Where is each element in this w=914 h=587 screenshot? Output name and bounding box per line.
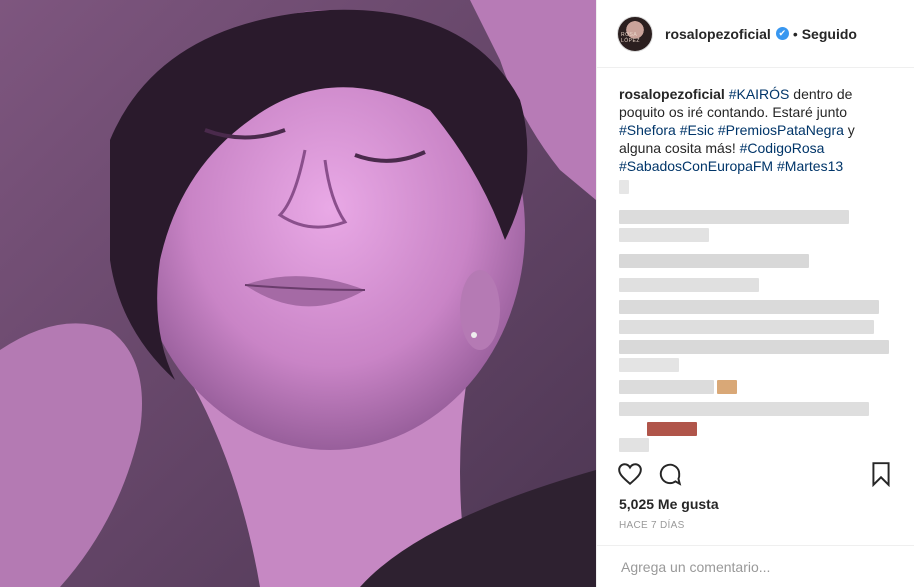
post-side-panel: ROSA LÓPEZ rosalopezoficial ✔ • Seguido … xyxy=(596,0,914,587)
post-actions xyxy=(617,460,894,488)
blur-block xyxy=(619,402,869,416)
blur-block xyxy=(647,422,697,436)
hashtag-link[interactable]: #CodigoRosa xyxy=(740,140,825,156)
heart-icon[interactable] xyxy=(617,461,643,487)
blur-block xyxy=(619,254,809,268)
like-count[interactable]: 5,025 Me gusta xyxy=(619,496,719,512)
blur-block xyxy=(619,438,649,452)
comment-box xyxy=(597,545,914,587)
post-photo[interactable] xyxy=(0,0,596,587)
pixelated-comments xyxy=(619,180,899,452)
blur-block xyxy=(619,228,709,242)
post-caption: rosalopezoficial #KAIRÓS dentro de poqui… xyxy=(597,68,914,175)
blur-block xyxy=(619,320,874,334)
bookmark-icon[interactable] xyxy=(868,461,894,488)
username-link[interactable]: rosalopezoficial xyxy=(665,26,771,42)
blur-block xyxy=(619,340,889,354)
hashtag-link[interactable]: #KAIRÓS xyxy=(729,86,790,102)
hashtag-link[interactable]: #Esic xyxy=(680,122,714,138)
comment-icon[interactable] xyxy=(657,461,683,487)
blur-block xyxy=(619,210,849,224)
blur-block xyxy=(619,358,679,372)
blur-block xyxy=(619,300,879,314)
follow-status-button[interactable]: Seguido xyxy=(802,26,857,42)
verified-badge-icon: ✔ xyxy=(775,27,789,40)
hashtag-link[interactable]: #SabadosConEuropaFM xyxy=(619,158,773,174)
hashtag-link[interactable]: #Martes13 xyxy=(777,158,843,174)
blur-block xyxy=(619,278,759,292)
post-header: ROSA LÓPEZ rosalopezoficial ✔ • Seguido xyxy=(597,0,914,68)
avatar[interactable]: ROSA LÓPEZ xyxy=(617,15,653,52)
separator-dot: • xyxy=(792,25,798,42)
blur-block xyxy=(619,380,714,394)
hashtag-link[interactable]: #Shefora xyxy=(619,122,676,138)
blur-block xyxy=(717,380,737,394)
caption-username-link[interactable]: rosalopezoficial xyxy=(619,86,725,102)
hashtag-link[interactable]: #PremiosPataNegra xyxy=(718,122,844,138)
blur-block xyxy=(619,180,629,194)
post-timestamp[interactable]: HACE 7 DÍAS xyxy=(619,520,685,531)
avatar-logo-text: ROSA LÓPEZ xyxy=(621,31,640,44)
comment-input[interactable] xyxy=(619,557,892,576)
portrait-image xyxy=(0,0,596,587)
instagram-post: ROSA LÓPEZ rosalopezoficial ✔ • Seguido … xyxy=(0,0,914,587)
